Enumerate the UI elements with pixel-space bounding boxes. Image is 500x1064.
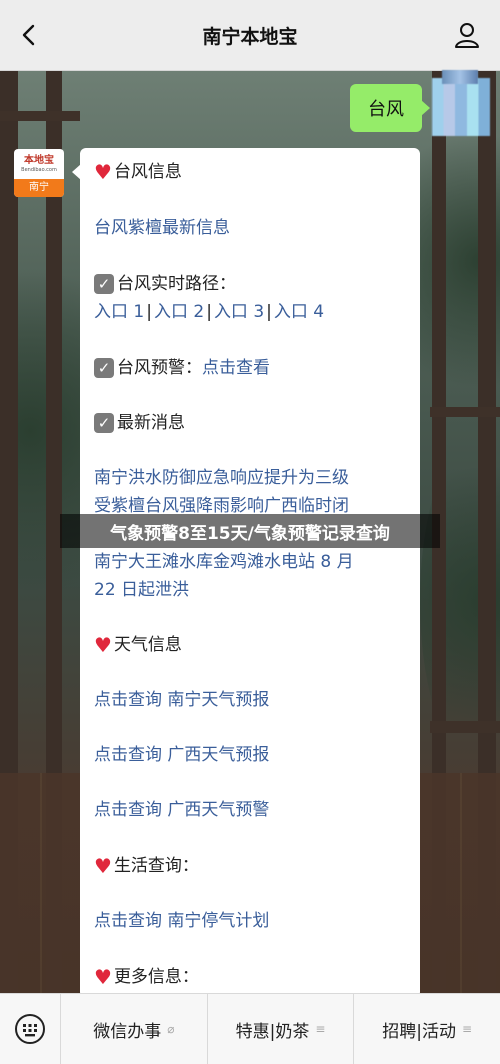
entrance-1-link[interactable]: 入口 1 <box>94 302 144 322</box>
menu-wechat-service[interactable]: 微信办事 ⌀ <box>60 994 207 1064</box>
back-arrow-icon[interactable] <box>12 18 46 52</box>
typhoon-latest-link[interactable]: 台风紫檀最新信息 <box>94 216 230 240</box>
guangxi-weather-link[interactable]: 点击查询 广西天气预报 <box>94 743 269 767</box>
heart-icon: ♥ <box>94 854 112 878</box>
menu-icon: ≡ <box>462 1022 473 1036</box>
typhoon-path-heading: ✓ 台风实时路径： <box>94 272 236 296</box>
life-query-label: 生活查询： <box>113 856 199 876</box>
user-message-bubble[interactable]: 台风 <box>350 84 430 132</box>
typhoon-warning-label: 台风预警： <box>117 358 202 378</box>
heart-icon: ♥ <box>94 633 112 657</box>
top-bar: 南宁本地宝 <box>0 0 500 71</box>
gas-outage-link[interactable]: 点击查询 南宁停气计划 <box>94 909 269 933</box>
weather-info-label: 天气信息 <box>113 635 182 655</box>
typhoon-path-entrances: 入口 1 | 入口 2 | 入口 3 | 入口 4 <box>94 302 325 322</box>
life-query-heading: ♥ 生活查询： <box>94 854 199 878</box>
latest-news-heading: ✓ 最新消息 <box>94 411 185 435</box>
bot-avatar-brand: 本地宝 <box>24 154 54 166</box>
guangxi-warning-link[interactable]: 点击查询 广西天气预警 <box>94 798 269 822</box>
news-item-1-link[interactable]: 南宁洪水防御应急响应提升为三级 <box>94 466 349 490</box>
latest-news-label: 最新消息 <box>117 413 185 433</box>
news-item-3-link[interactable]: 南宁大王滩水库金鸡滩水电站 8 月 <box>94 550 354 574</box>
bot-message-card: ♥ 台风信息 台风紫檀最新信息 ✓ 台风实时路径： 入口 1 | 入口 2 | 入口 3… <box>72 148 420 998</box>
typhoon-warning-heading: ✓ 台风预警： 点击查看 <box>94 356 270 380</box>
article-title-overlay: 气象预警8至15天/气象预警记录查询 <box>60 514 440 548</box>
user-avatar[interactable] <box>432 70 490 136</box>
checkbox-icon: ✓ <box>94 413 114 433</box>
bot-avatar[interactable]: 本地宝 Bendibao.com 南宁 <box>14 149 64 197</box>
entrance-2-link[interactable]: 入口 2 <box>154 302 204 322</box>
nanning-weather-link[interactable]: 点击查询 南宁天气预报 <box>94 688 269 712</box>
menu-jobs-events[interactable]: 招聘|活动 ≡ <box>353 994 500 1064</box>
entrance-3-link[interactable]: 入口 3 <box>214 302 264 322</box>
typhoon-info-heading: ♥ 台风信息 <box>94 160 182 184</box>
menu-deals-milktea[interactable]: 特惠|奶茶 ≡ <box>206 994 354 1064</box>
bottom-menu: 微信办事 ⌀ 特惠|奶茶 ≡ 招聘|活动 ≡ <box>0 993 500 1064</box>
menu-wechat-service-label: 微信办事 <box>93 1021 162 1042</box>
keyboard-icon[interactable] <box>0 994 60 1064</box>
typhoon-path-label: 台风实时路径： <box>117 274 236 294</box>
profile-icon[interactable] <box>450 18 484 52</box>
weather-info-heading: ♥ 天气信息 <box>94 633 182 657</box>
heart-icon: ♥ <box>94 965 112 989</box>
menu-deals-milktea-label: 特惠|奶茶 <box>235 1021 310 1042</box>
menu-jobs-events-label: 招聘|活动 <box>382 1021 457 1042</box>
more-info-label: 更多信息： <box>113 967 199 987</box>
checkbox-icon: ✓ <box>94 274 114 294</box>
typhoon-warning-link[interactable]: 点击查看 <box>202 356 270 380</box>
menu-icon: ≡ <box>315 1022 326 1036</box>
chat-title: 南宁本地宝 <box>202 25 298 48</box>
link-icon: ⌀ <box>167 1022 175 1036</box>
bot-avatar-url: Bendibao.com <box>21 166 57 173</box>
typhoon-info-label: 台风信息 <box>113 162 182 182</box>
checkbox-icon: ✓ <box>94 358 114 378</box>
entrance-4-link[interactable]: 入口 4 <box>274 302 324 322</box>
bot-avatar-city: 南宁 <box>14 179 64 197</box>
more-info-heading: ♥ 更多信息： <box>94 965 199 989</box>
heart-icon: ♥ <box>94 160 112 184</box>
news-item-3-continued[interactable]: 22 日起泄洪 <box>94 578 189 602</box>
